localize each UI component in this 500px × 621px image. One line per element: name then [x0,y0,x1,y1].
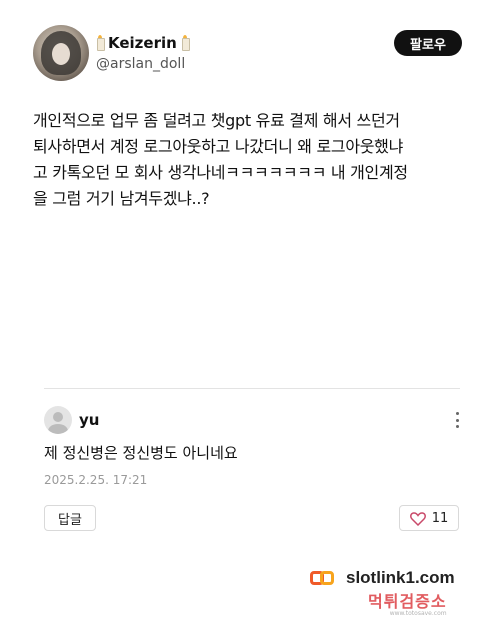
author-name[interactable]: Keizerin [108,34,177,52]
comment-avatar[interactable] [44,406,72,434]
brand-watermark: 먹튀검증소 www.totosave.com [368,588,447,617]
site-watermark: slotlink1.com [310,568,455,588]
post-body: 개인적으로 업무 좀 덜려고 챗gpt 유료 결제 해서 쓰던거 퇴사하면서 계… [33,111,408,208]
follow-button[interactable]: 팔로우 [394,30,462,56]
avatar-face [52,43,70,65]
user-placeholder-icon [53,412,63,422]
comment-text: 제 정신병은 정신병도 아니네요 [44,444,238,462]
avatar-body-shape [48,424,68,434]
candle-icon [96,35,105,51]
site-watermark-text: slotlink1.com [346,568,455,587]
site-logo-icon [310,569,338,587]
brand-watermark-text: 먹튀검증소 [368,592,447,611]
heart-outline-icon [409,511,426,526]
author-name-row[interactable]: Keizerin [96,34,190,52]
author-handle[interactable]: @arslan_doll [96,56,185,72]
more-vertical-icon[interactable] [452,410,462,430]
brand-watermark-url: www.totosave.com [389,610,447,617]
candle-icon [181,35,190,51]
comment-username[interactable]: yu [79,411,99,429]
divider [44,388,460,389]
author-avatar[interactable] [33,25,89,81]
like-count: 11 [431,510,449,526]
like-button[interactable]: 11 [399,505,459,531]
reply-button[interactable]: 답글 [44,505,96,531]
comment-date: 2025.2.25. 17:21 [44,473,148,487]
